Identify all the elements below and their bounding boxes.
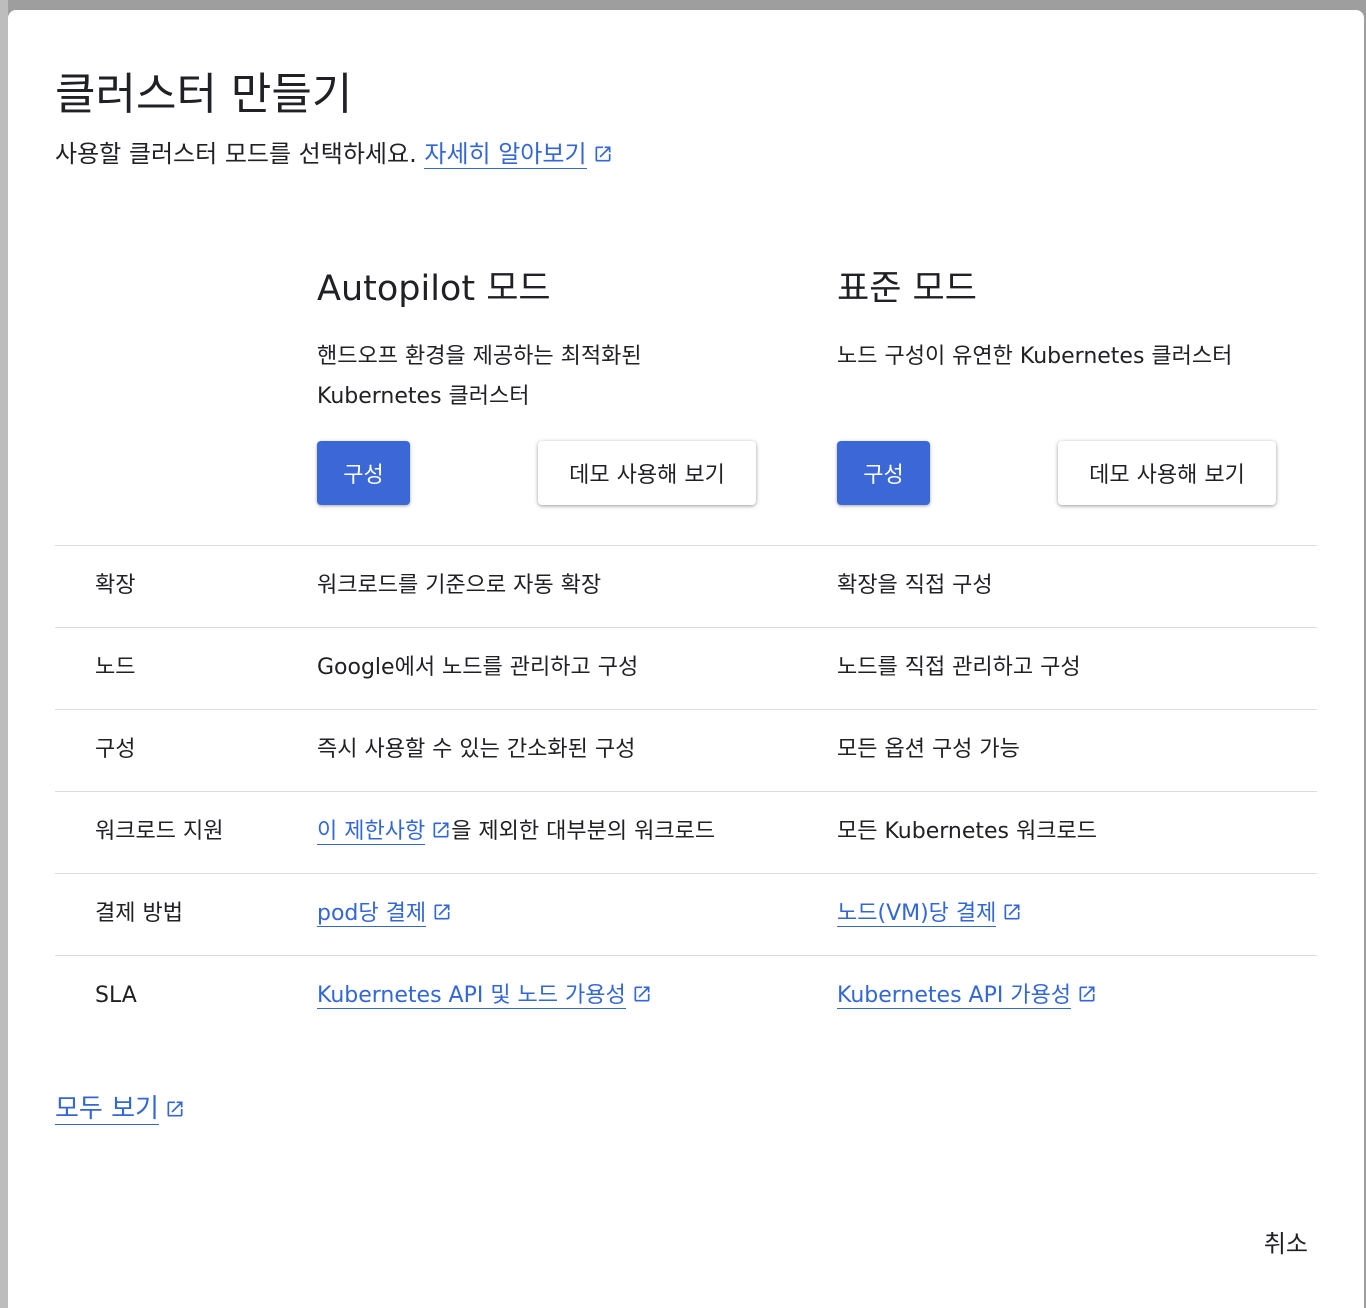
autopilot-cell: 즉시 사용할 수 있는 간소화된 구성	[317, 737, 636, 762]
cancel-button[interactable]: 취소	[1264, 1224, 1308, 1259]
standard-sla-link[interactable]: Kubernetes API 가용성	[837, 983, 1072, 1009]
autopilot-desc-line2: Kubernetes 클러스터	[317, 384, 530, 409]
row-label: 구성	[95, 737, 136, 762]
autopilot-cell: Google에서 노드를 관리하고 구성	[317, 655, 639, 680]
autopilot-cell: 워크로드를 기준으로 자동 확장	[317, 573, 602, 598]
autopilot-desc-line1: 핸드오프 환경을 제공하는 최적화된	[317, 344, 642, 369]
standard-mode-title: 표준 모드	[837, 269, 977, 309]
limitations-link[interactable]: 이 제한사항	[317, 819, 426, 845]
table-row: 구성 즉시 사용할 수 있는 간소화된 구성 모든 옵션 구성 가능	[55, 710, 1317, 792]
standard-desc-line1: 노드 구성이 유연한 Kubernetes 클러스터	[837, 344, 1233, 369]
external-link-icon	[165, 1099, 185, 1119]
standard-cell: 노드(VM)당 결제	[837, 874, 1022, 954]
row-label: SLA	[95, 983, 137, 1008]
row-label: 노드	[95, 655, 136, 680]
autopilot-sla-link[interactable]: Kubernetes API 및 노드 가용성	[317, 983, 626, 1009]
subtitle-text: 사용할 클러스터 모드를 선택하세요.	[55, 140, 417, 168]
external-link-icon	[1077, 984, 1097, 1004]
dialog-subtitle: 사용할 클러스터 모드를 선택하세요. 자세히 알아보기	[55, 134, 613, 169]
table-row: 노드 Google에서 노드를 관리하고 구성 노드를 직접 관리하고 구성	[55, 628, 1317, 710]
dialog-title: 클러스터 만들기	[55, 69, 353, 120]
row-label: 결제 방법	[95, 901, 183, 926]
autopilot-mode-description: 핸드오프 환경을 제공하는 최적화된 Kubernetes 클러스터	[317, 337, 757, 417]
autopilot-demo-button[interactable]: 데모 사용해 보기	[538, 441, 756, 505]
view-all-container: 모두 보기	[55, 1088, 185, 1125]
standard-mode-column: 표준 모드 노드 구성이 유연한 Kubernetes 클러스터	[837, 260, 1277, 377]
external-link-icon	[431, 820, 451, 840]
create-cluster-dialog: 클러스터 만들기 사용할 클러스터 모드를 선택하세요. 자세히 알아보기 Au…	[8, 10, 1364, 1308]
standard-cell: 모든 Kubernetes 워크로드	[837, 819, 1097, 844]
standard-configure-button[interactable]: 구성	[837, 441, 930, 505]
table-row: 워크로드 지원 이 제한사항 을 제외한 대부분의 워크로드 모든 Kuberne…	[55, 792, 1317, 874]
external-link-icon	[632, 984, 652, 1004]
autopilot-cell: pod당 결제	[317, 874, 452, 954]
pod-pricing-link[interactable]: pod당 결제	[317, 901, 427, 927]
table-row: 확장 워크로드를 기준으로 자동 확장 확장을 직접 구성	[55, 546, 1317, 628]
standard-cell: 모든 옵션 구성 가능	[837, 737, 1020, 762]
node-pricing-link[interactable]: 노드(VM)당 결제	[837, 901, 997, 927]
external-link-icon	[1002, 902, 1022, 922]
page-backdrop	[0, 0, 8, 1308]
autopilot-cell: 이 제한사항 을 제외한 대부분의 워크로드	[317, 792, 715, 872]
table-row: 결제 방법 pod당 결제 노드(VM)당 결제	[55, 874, 1317, 956]
autopilot-mode-column: Autopilot 모드 핸드오프 환경을 제공하는 최적화된 Kubernet…	[317, 260, 757, 417]
standard-cell: 노드를 직접 관리하고 구성	[837, 655, 1081, 680]
standard-demo-button[interactable]: 데모 사용해 보기	[1058, 441, 1276, 505]
external-link-icon	[593, 144, 613, 164]
autopilot-cell: Kubernetes API 및 노드 가용성	[317, 956, 652, 1036]
view-all-link[interactable]: 모두 보기	[55, 1094, 159, 1125]
external-link-icon	[432, 902, 452, 922]
workload-suffix: 을 제외한 대부분의 워크로드	[451, 819, 716, 844]
autopilot-mode-title: Autopilot 모드	[317, 269, 551, 309]
table-row: SLA Kubernetes API 및 노드 가용성 Kubernetes A…	[55, 956, 1317, 1038]
row-label: 확장	[95, 573, 136, 598]
standard-cell: Kubernetes API 가용성	[837, 956, 1097, 1036]
comparison-table: 확장 워크로드를 기준으로 자동 확장 확장을 직접 구성 노드 Google에…	[55, 545, 1317, 1038]
autopilot-configure-button[interactable]: 구성	[317, 441, 410, 505]
standard-cell: 확장을 직접 구성	[837, 573, 993, 598]
learn-more-link[interactable]: 자세히 알아보기	[424, 140, 587, 169]
row-label: 워크로드 지원	[95, 819, 224, 844]
standard-mode-description: 노드 구성이 유연한 Kubernetes 클러스터	[837, 337, 1277, 377]
